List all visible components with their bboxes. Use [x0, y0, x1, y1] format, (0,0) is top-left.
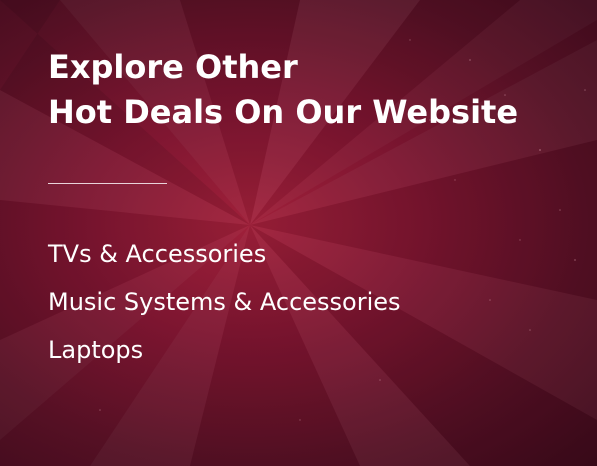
- list-item: Laptops: [48, 326, 401, 374]
- promo-content: Explore Other Hot Deals On Our Website T…: [0, 0, 597, 466]
- music-systems-accessories-link[interactable]: Music Systems & Accessories: [48, 278, 401, 326]
- heading-line-1: Explore Other: [48, 48, 298, 86]
- tvs-accessories-link[interactable]: TVs & Accessories: [48, 230, 401, 278]
- promo-heading: Explore Other Hot Deals On Our Website: [48, 45, 518, 135]
- heading-line-2: Hot Deals On Our Website: [48, 93, 519, 131]
- list-item: Music Systems & Accessories: [48, 278, 401, 326]
- deals-link-list: TVs & Accessories Music Systems & Access…: [48, 230, 401, 374]
- list-item: TVs & Accessories: [48, 230, 401, 278]
- heading-divider: [48, 183, 167, 184]
- promo-panel: Explore Other Hot Deals On Our Website T…: [0, 0, 597, 466]
- laptops-link[interactable]: Laptops: [48, 326, 401, 374]
